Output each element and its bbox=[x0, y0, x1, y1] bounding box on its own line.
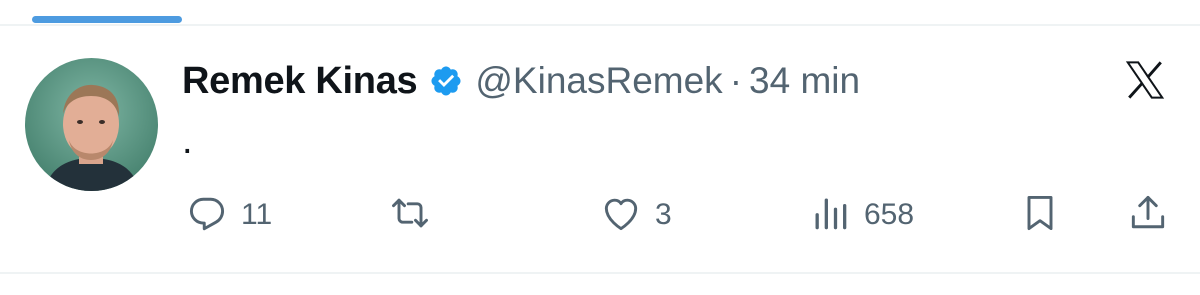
separator-dot: · bbox=[729, 60, 743, 101]
views-count: 658 bbox=[864, 198, 915, 231]
share-icon bbox=[1126, 191, 1170, 240]
avatar-image bbox=[25, 58, 158, 191]
tweet-actions: 11 3 658 bbox=[0, 190, 1200, 240]
tweet-timestamp[interactable]: 34 min bbox=[749, 60, 860, 102]
top-divider bbox=[0, 24, 1200, 26]
retweet-button[interactable] bbox=[388, 190, 444, 240]
reply-button[interactable]: 11 bbox=[185, 190, 272, 240]
verified-badge-icon bbox=[429, 64, 463, 98]
avatar[interactable] bbox=[25, 58, 158, 191]
retweet-icon bbox=[388, 191, 432, 240]
like-button[interactable]: 3 bbox=[599, 190, 672, 240]
bookmark-icon bbox=[1018, 191, 1062, 240]
reply-icon bbox=[185, 191, 229, 240]
share-button[interactable] bbox=[1126, 190, 1170, 240]
x-logo-icon bbox=[1122, 58, 1168, 102]
reply-count: 11 bbox=[241, 198, 273, 231]
views-button[interactable]: 658 bbox=[808, 190, 914, 240]
heart-icon bbox=[599, 191, 643, 240]
author-handle[interactable]: @KinasRemek bbox=[475, 60, 722, 102]
tweet-header: Remek Kinas @KinasRemek · 34 min bbox=[182, 56, 860, 106]
bottom-divider bbox=[0, 272, 1200, 274]
like-count: 3 bbox=[655, 198, 672, 231]
active-tab-indicator bbox=[32, 16, 182, 23]
views-icon bbox=[808, 191, 852, 240]
author-display-name[interactable]: Remek Kinas bbox=[182, 60, 418, 103]
tweet-body: . bbox=[182, 120, 193, 162]
bookmark-button[interactable] bbox=[1018, 190, 1062, 240]
